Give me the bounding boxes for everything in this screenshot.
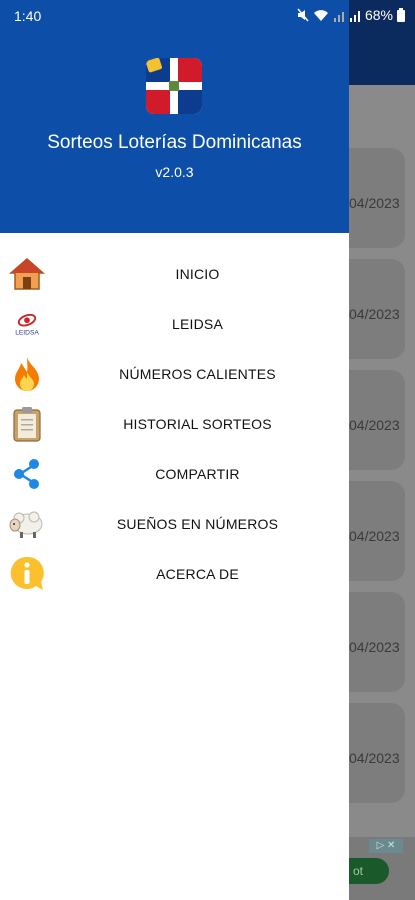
menu-item-inicio[interactable]: INICIO	[0, 248, 349, 298]
mute-icon	[297, 8, 309, 22]
app-logo-icon	[146, 58, 202, 114]
app-version: v2.0.3	[155, 164, 194, 180]
leidsa-logo-icon: LEIDSA	[8, 306, 46, 342]
signal-icon	[349, 10, 360, 22]
signal-icon	[333, 11, 344, 22]
app-title: Sorteos Loterías Dominicanas	[47, 132, 302, 153]
menu-item-acerca-de[interactable]: ACERCA DE	[0, 548, 349, 598]
drawer-menu: INICIO LEIDSA LEIDSA NÚMEROS CALIENTES H…	[0, 248, 349, 598]
wifi-icon	[313, 9, 328, 21]
result-date: 04/2023	[349, 417, 400, 433]
share-icon	[8, 456, 46, 492]
menu-item-leidsa[interactable]: LEIDSA LEIDSA	[0, 298, 349, 348]
menu-item-label: HISTORIAL SORTEOS	[123, 416, 272, 432]
status-icons: 68%	[297, 7, 405, 23]
fire-icon	[8, 356, 46, 392]
info-icon	[8, 556, 46, 592]
menu-item-compartir[interactable]: COMPARTIR	[0, 448, 349, 498]
menu-item-suenos-en-numeros[interactable]: SUEÑOS EN NÚMEROS	[0, 498, 349, 548]
menu-item-label: NÚMEROS CALIENTES	[119, 366, 276, 382]
ad-cta-button[interactable]: ot Now	[349, 858, 389, 884]
status-time: 1:40	[14, 8, 42, 24]
sheep-icon	[8, 506, 46, 542]
clipboard-icon	[8, 406, 46, 442]
battery-icon	[397, 8, 405, 22]
navigation-drawer: Sorteos Loterías Dominicanas v2.0.3 INIC…	[0, 0, 349, 900]
result-date: 04/2023	[349, 306, 400, 322]
menu-item-label: ACERCA DE	[156, 566, 239, 582]
menu-item-historial-sorteos[interactable]: HISTORIAL SORTEOS	[0, 398, 349, 448]
result-date: 04/2023	[349, 195, 400, 211]
leidsa-logo-text: LEIDSA	[15, 329, 39, 336]
battery-percent: 68%	[364, 7, 393, 23]
result-date: 04/2023	[349, 639, 400, 655]
menu-item-label: LEIDSA	[172, 316, 223, 332]
menu-item-label: INICIO	[175, 266, 220, 282]
menu-item-label: COMPARTIR	[155, 466, 240, 482]
home-icon	[8, 256, 46, 292]
status-bar: 1:40 68%	[0, 0, 415, 30]
drawer-header: Sorteos Loterías Dominicanas v2.0.3	[0, 0, 349, 233]
ad-choices-icon[interactable]: ▷ ✕	[369, 839, 403, 853]
result-date: 04/2023	[349, 750, 400, 766]
result-date: 04/2023	[349, 528, 400, 544]
menu-item-numeros-calientes[interactable]: NÚMEROS CALIENTES	[0, 348, 349, 398]
menu-item-label: SUEÑOS EN NÚMEROS	[116, 516, 279, 532]
